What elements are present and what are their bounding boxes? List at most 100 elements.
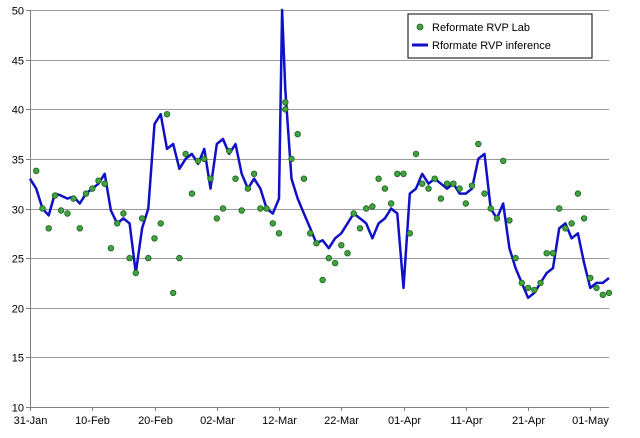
lab-point <box>132 269 139 277</box>
lab-point <box>169 289 177 297</box>
lab-point <box>275 230 283 237</box>
lab-point <box>356 225 364 232</box>
lab-point <box>456 185 463 192</box>
lab-point <box>39 205 46 212</box>
x-tick-label: 01-Apr <box>388 415 421 427</box>
lab-point <box>605 289 613 297</box>
lab-point <box>219 205 227 212</box>
lab-point <box>250 170 258 177</box>
lab-point <box>76 225 83 232</box>
lab-point <box>493 215 501 222</box>
lab-point <box>537 279 544 287</box>
lab-point <box>207 175 214 182</box>
lab-point <box>82 190 90 197</box>
lab-point <box>381 185 389 192</box>
lab-point <box>562 225 569 232</box>
lab-point <box>307 230 314 237</box>
y-tick-label: 20 <box>12 304 24 316</box>
lab-point <box>437 195 445 202</box>
lab-point <box>331 259 339 267</box>
lab-point <box>387 200 395 207</box>
lab-point <box>375 175 382 182</box>
lab-point <box>107 244 115 252</box>
lab-point <box>238 207 245 214</box>
lab-point <box>450 180 457 187</box>
y-tick-label: 40 <box>12 105 24 117</box>
y-tick-label: 10 <box>12 403 24 415</box>
rvp-chart: 10 15 20 25 30 35 40 45 50 31-Jan 10-Feb 20-Feb 02-… <box>12 6 613 427</box>
legend-inference-label: Rformate RVP inference <box>432 40 551 52</box>
lab-point <box>425 185 432 192</box>
lab-point <box>462 200 469 207</box>
lab-point <box>64 210 71 217</box>
lab-point <box>145 254 152 262</box>
y-tick-label: 15 <box>12 353 24 365</box>
gridlines <box>30 10 609 358</box>
x-tick-label: 21-Apr <box>512 415 545 427</box>
lab-point <box>95 177 102 184</box>
lab-point <box>431 175 438 182</box>
lab-point <box>244 185 252 192</box>
lab-point <box>194 157 202 165</box>
y-tick-label: 45 <box>12 56 24 68</box>
legend-lab-marker <box>416 23 424 31</box>
lab-point <box>176 254 183 262</box>
x-tick-label: 12-Mar <box>262 415 297 427</box>
lab-point <box>101 180 108 187</box>
x-tick-label: 02-Mar <box>200 415 235 427</box>
lab-point <box>288 155 295 163</box>
lab-point <box>394 170 401 177</box>
lab-point <box>549 249 557 257</box>
lab-point <box>70 195 77 202</box>
lab-point <box>593 284 600 292</box>
lab-point <box>325 254 332 262</box>
lab-point <box>232 175 239 182</box>
lab-point <box>113 220 121 227</box>
lab-point <box>506 217 513 224</box>
x-tick-label: 22-Mar <box>324 415 359 427</box>
lab-point <box>400 170 407 177</box>
lab-point <box>406 230 413 237</box>
lab-point <box>120 210 127 217</box>
axes <box>30 10 609 408</box>
lab-point <box>157 220 164 227</box>
x-tick-label: 31-Jan <box>14 415 48 427</box>
lab-point <box>350 210 357 217</box>
lab-point <box>568 220 575 227</box>
lab-point <box>481 190 488 197</box>
lab-point <box>556 205 563 212</box>
y-tick-label: 35 <box>12 155 24 167</box>
lab-point <box>369 203 376 210</box>
lab-point <box>269 220 276 227</box>
lab-point <box>475 140 482 148</box>
lab-point <box>57 207 65 214</box>
lab-point <box>182 150 189 158</box>
x-tick-label: 10-Feb <box>75 415 110 427</box>
lab-point <box>599 291 606 298</box>
legend-lab-label: Reformate RVP Lab <box>432 22 530 34</box>
lab-point <box>225 147 233 155</box>
lab-point <box>163 110 171 118</box>
lab-point <box>151 235 158 242</box>
lab-point <box>574 190 582 197</box>
lab-point <box>89 185 96 192</box>
lab-point <box>338 241 345 249</box>
lab-point <box>443 180 451 187</box>
lab-point <box>344 249 351 257</box>
lab-point <box>138 215 146 222</box>
lab-point <box>45 225 52 232</box>
lab-point <box>213 215 220 222</box>
x-tick-labels: 31-Jan 10-Feb 20-Feb 02-Mar 12-Mar 22-Mar 01-A… <box>14 407 609 427</box>
lab-point <box>468 182 476 189</box>
lab-point <box>282 99 289 106</box>
y-tick-label: 50 <box>12 6 24 18</box>
lab-point <box>294 130 301 138</box>
lab-point <box>363 205 370 212</box>
lab-point <box>580 215 588 222</box>
lab-point <box>300 175 308 182</box>
lab-point <box>587 274 594 282</box>
lab-point <box>201 155 208 163</box>
lab-point <box>543 249 550 257</box>
lab-point <box>524 284 532 292</box>
y-tick-label: 30 <box>12 205 24 217</box>
